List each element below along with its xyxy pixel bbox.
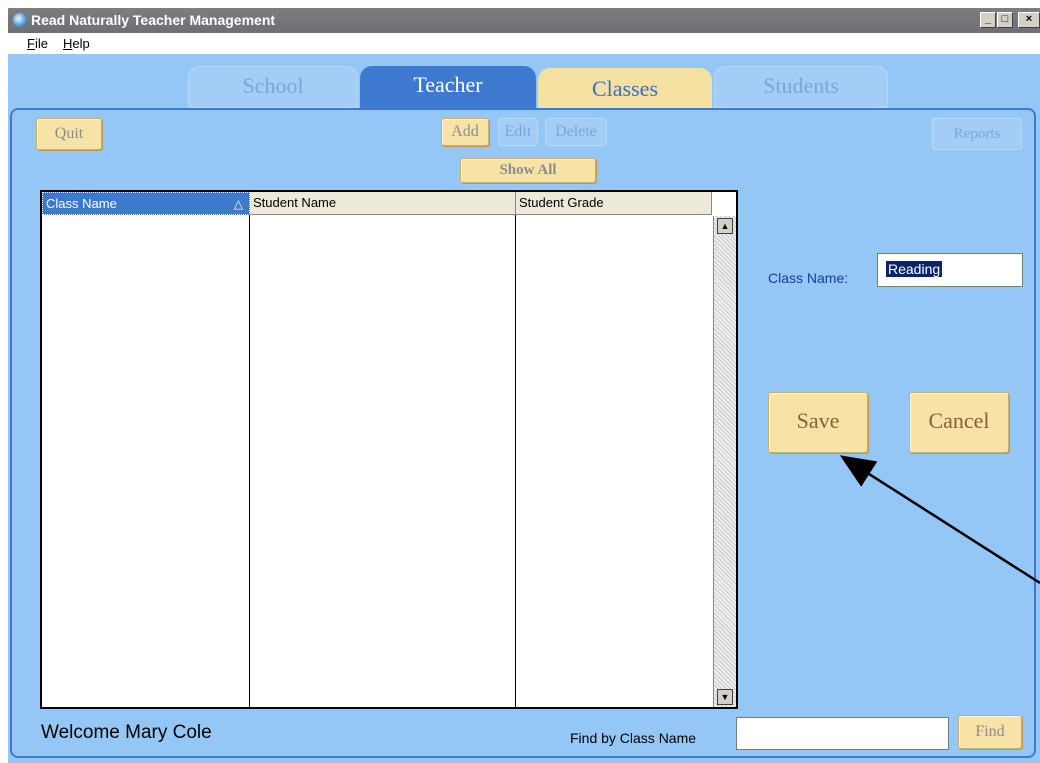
app-window: Read Naturally Teacher Management _ □ × … <box>8 8 1040 763</box>
welcome-message: Welcome Mary Cole <box>41 722 212 743</box>
find-input[interactable] <box>736 717 949 750</box>
annotation-arrow <box>839 455 1040 585</box>
find-label: Find by Class Name <box>570 730 697 746</box>
find-button[interactable]: Find <box>958 715 1022 749</box>
